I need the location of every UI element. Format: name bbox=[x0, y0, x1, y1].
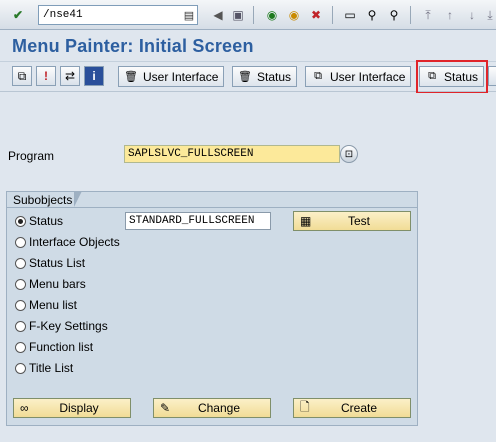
cancel-icon[interactable]: ✖ bbox=[306, 5, 326, 25]
main-content: Program ⊡ Subobjects Status ▦ Test Inter… bbox=[0, 93, 496, 442]
radio-title-list[interactable]: Title List bbox=[15, 360, 73, 376]
trash-icon: 🗑 bbox=[238, 71, 252, 83]
radio-icon bbox=[15, 299, 26, 311]
exclamation-icon[interactable]: ! bbox=[36, 66, 56, 86]
radio-icon bbox=[15, 320, 26, 332]
status-input[interactable] bbox=[125, 212, 271, 230]
button-label: Display bbox=[59, 401, 99, 415]
radio-label: Menu list bbox=[29, 298, 78, 312]
delete-status-button[interactable]: 🗑 Status bbox=[232, 66, 298, 87]
radio-menu-list[interactable]: Menu list bbox=[15, 297, 77, 313]
radio-icon bbox=[15, 236, 26, 248]
exit-icon[interactable]: ◉ bbox=[284, 5, 304, 25]
check-icon[interactable]: ✔ bbox=[8, 5, 28, 25]
title-bar: Menu Painter: Initial Screen bbox=[0, 30, 496, 62]
group-tab: Subobjects bbox=[6, 191, 82, 207]
radio-label: Title List bbox=[29, 361, 74, 375]
radio-label: Interface Objects bbox=[29, 235, 120, 249]
more-icon[interactable] bbox=[488, 66, 496, 86]
find-next-icon[interactable]: ⚲ bbox=[384, 5, 404, 25]
button-label: Create bbox=[340, 401, 378, 415]
test-button[interactable]: ▦ Test bbox=[293, 211, 411, 231]
radio-function-list[interactable]: Function list bbox=[15, 339, 93, 355]
radio-selected-icon bbox=[15, 215, 26, 227]
display-button[interactable]: ∞ Display bbox=[13, 398, 131, 418]
highlight-annotation bbox=[416, 60, 488, 94]
radio-label: Status bbox=[29, 214, 64, 228]
radio-menu-bars[interactable]: Menu bars bbox=[15, 276, 86, 292]
radio-icon bbox=[15, 341, 26, 353]
next-page-icon[interactable]: ↓ bbox=[462, 5, 482, 25]
value-help-icon[interactable]: ⊡ bbox=[340, 145, 358, 163]
radio-interface-objects[interactable]: Interface Objects bbox=[15, 234, 120, 250]
radio-label: Function list bbox=[29, 340, 94, 354]
save-icon[interactable]: ▣ bbox=[228, 5, 248, 25]
radio-icon bbox=[15, 362, 26, 374]
pencil-icon: ✎ bbox=[160, 401, 171, 415]
new-document-icon: 🗋 bbox=[300, 399, 310, 414]
change-button[interactable]: ✎ Change bbox=[153, 398, 271, 418]
last-page-icon[interactable]: ⤓ bbox=[480, 5, 496, 25]
trash-icon: 🗑 bbox=[124, 71, 138, 83]
delete-user-interface-button[interactable]: 🗑 User Interface bbox=[118, 66, 225, 87]
test-icon: ▦ bbox=[300, 214, 312, 228]
button-label: User Interface bbox=[143, 69, 219, 84]
radio-label: Status List bbox=[29, 256, 86, 270]
radio-icon bbox=[15, 278, 26, 290]
print-icon[interactable]: ▭ bbox=[340, 5, 360, 25]
radio-label: F-Key Settings bbox=[29, 319, 108, 333]
create-button[interactable]: 🗋 Create bbox=[293, 398, 411, 418]
page-title: Menu Painter: Initial Screen bbox=[12, 36, 254, 56]
command-history-icon[interactable]: ▤ bbox=[181, 6, 197, 24]
first-page-icon[interactable]: ⤒ bbox=[418, 5, 438, 25]
radio-status-list[interactable]: Status List bbox=[15, 255, 85, 271]
find-icon[interactable]: ⚲ bbox=[362, 5, 382, 25]
button-label: User Interface bbox=[330, 69, 406, 84]
glasses-icon: ∞ bbox=[20, 401, 29, 415]
group-title: Subobjects bbox=[13, 193, 73, 207]
radio-icon bbox=[15, 257, 26, 269]
radio-f-key-settings[interactable]: F-Key Settings bbox=[15, 318, 108, 334]
hierarchy-icon[interactable]: ⧉ bbox=[12, 66, 32, 86]
subobjects-group: Subobjects Status ▦ Test Interface Objec… bbox=[6, 191, 418, 426]
program-label: Program bbox=[8, 149, 55, 163]
command-field[interactable] bbox=[38, 5, 198, 25]
copy-icon: ⧉ bbox=[314, 70, 322, 82]
button-label: Test bbox=[347, 214, 370, 228]
radio-status[interactable]: Status bbox=[15, 213, 63, 229]
info-icon[interactable]: i bbox=[84, 66, 104, 86]
where-used-icon[interactable]: ⇄ bbox=[60, 66, 80, 86]
button-label: Change bbox=[197, 401, 241, 415]
radio-label: Menu bars bbox=[29, 277, 86, 291]
back-icon[interactable]: ◉ bbox=[262, 5, 282, 25]
copy-user-interface-button[interactable]: ⧉ User Interface bbox=[305, 66, 412, 87]
button-label: Status bbox=[257, 69, 292, 84]
program-input[interactable] bbox=[124, 145, 340, 163]
previous-page-icon[interactable]: ↑ bbox=[440, 5, 460, 25]
collapse-icon[interactable]: ◀ bbox=[208, 5, 228, 25]
system-toolbar: ✔ ▤ ◀ ▣ ◉ ◉ ✖ ▭ ⚲ ⚲ ⤒ ↑ ↓ ⤓ bbox=[0, 0, 496, 30]
